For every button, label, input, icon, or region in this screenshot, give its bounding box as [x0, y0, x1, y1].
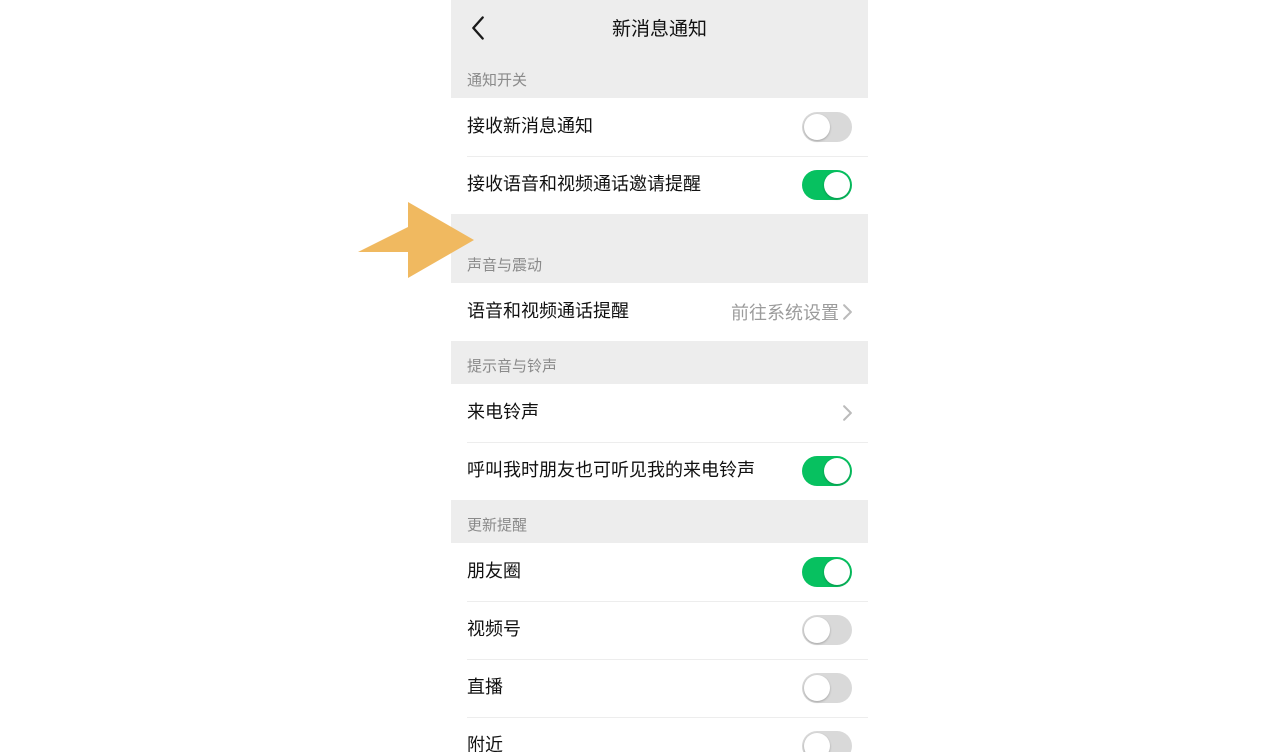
toggle-moments[interactable] [802, 557, 852, 587]
cell-label: 来电铃声 [467, 401, 843, 424]
cell-group: 接收新消息通知 接收语音和视频通话邀请提醒 [451, 98, 868, 214]
cell-label: 直播 [467, 676, 802, 699]
cell-group: 朋友圈 视频号 直播 附近 [451, 543, 868, 752]
chevron-right-icon [843, 405, 852, 421]
toggle-receive-av-invite[interactable] [802, 170, 852, 200]
toggle-live[interactable] [802, 673, 852, 703]
toggle-friend-ringtone[interactable] [802, 456, 852, 486]
cell-label: 接收语音和视频通话邀请提醒 [467, 173, 802, 196]
chevron-right-icon [843, 304, 852, 320]
cell-friend-ringtone[interactable]: 呼叫我时朋友也可听见我的来电铃声 [451, 442, 868, 500]
page-title: 新消息通知 [451, 14, 868, 41]
header: 新消息通知 [451, 0, 868, 55]
cell-label: 语音和视频通话提醒 [467, 300, 731, 323]
cell-moments[interactable]: 朋友圈 [451, 543, 868, 601]
cell-label: 接收新消息通知 [467, 115, 802, 138]
cell-group: 语音和视频通话提醒 前往系统设置 [451, 283, 868, 341]
cell-value: 前往系统设置 [731, 299, 839, 325]
settings-screen: 新消息通知 通知开关 接收新消息通知 接收语音和视频通话邀请提醒 声音与震动 语… [451, 0, 868, 752]
cell-receive-new-msg[interactable]: 接收新消息通知 [451, 98, 868, 156]
cell-label: 呼叫我时朋友也可听见我的来电铃声 [467, 459, 802, 482]
cell-group: 来电铃声 呼叫我时朋友也可听见我的来电铃声 [451, 384, 868, 500]
cell-live[interactable]: 直播 [451, 659, 868, 717]
cell-av-reminder[interactable]: 语音和视频通话提醒 前往系统设置 [451, 283, 868, 341]
toggle-receive-new-msg[interactable] [802, 112, 852, 142]
section-header-update-reminders: 更新提醒 [451, 500, 868, 543]
section-header-sound-vibration: 声音与震动 [451, 214, 868, 283]
cell-channels[interactable]: 视频号 [451, 601, 868, 659]
toggle-nearby[interactable] [802, 731, 852, 752]
section-header-notification-switch: 通知开关 [451, 55, 868, 98]
cell-label: 附近 [467, 734, 802, 752]
cell-nearby[interactable]: 附近 [451, 717, 868, 752]
section-header-tone-ringtone: 提示音与铃声 [451, 341, 868, 384]
cell-label: 朋友圈 [467, 560, 802, 583]
toggle-channels[interactable] [802, 615, 852, 645]
cell-receive-av-invite[interactable]: 接收语音和视频通话邀请提醒 [451, 156, 868, 214]
back-button[interactable] [461, 11, 495, 45]
chevron-left-icon [471, 16, 485, 40]
cell-ringtone[interactable]: 来电铃声 [451, 384, 868, 442]
cell-label: 视频号 [467, 618, 802, 641]
